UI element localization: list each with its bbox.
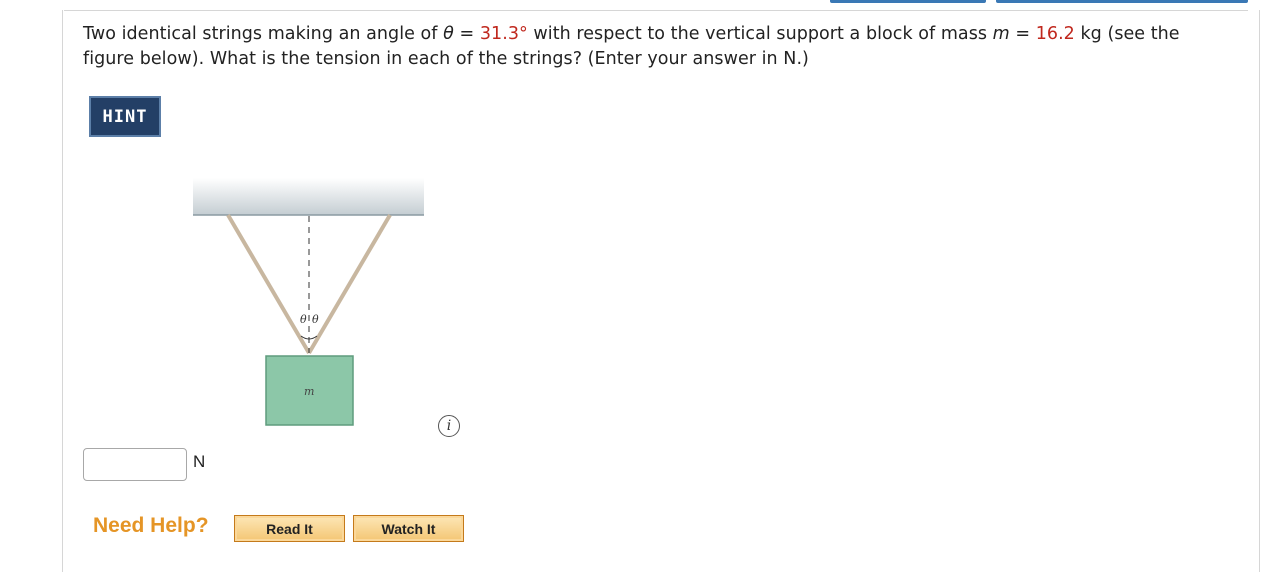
answer-input[interactable] [83,448,187,481]
top-tab-indicator [996,0,1248,3]
theta-value: 31.3° [479,24,528,44]
top-tab-indicator [830,0,986,3]
question-text: Two identical strings making an angle of… [83,24,1180,69]
left-border [62,10,63,572]
theta-symbol: θ [443,24,454,44]
mass-value: 16.2 [1035,24,1075,44]
read-it-button[interactable]: Read It [234,515,345,542]
right-string [307,213,392,355]
top-border [64,10,1248,11]
ceiling-support [193,178,424,215]
figure-diagram: θ θ m [193,178,424,426]
hint-button[interactable]: HINT [89,96,161,137]
watch-it-button[interactable]: Watch It [353,515,464,542]
answer-unit: N [193,452,206,471]
left-string [226,213,311,355]
need-help-label: Need Help? [93,514,209,537]
theta-label-left: θ [300,313,307,326]
info-icon[interactable]: i [438,415,460,437]
theta-label-right: θ [312,313,319,326]
right-border [1259,10,1260,572]
mass-symbol: m [992,24,1010,44]
block-mass-label: m [304,385,314,398]
